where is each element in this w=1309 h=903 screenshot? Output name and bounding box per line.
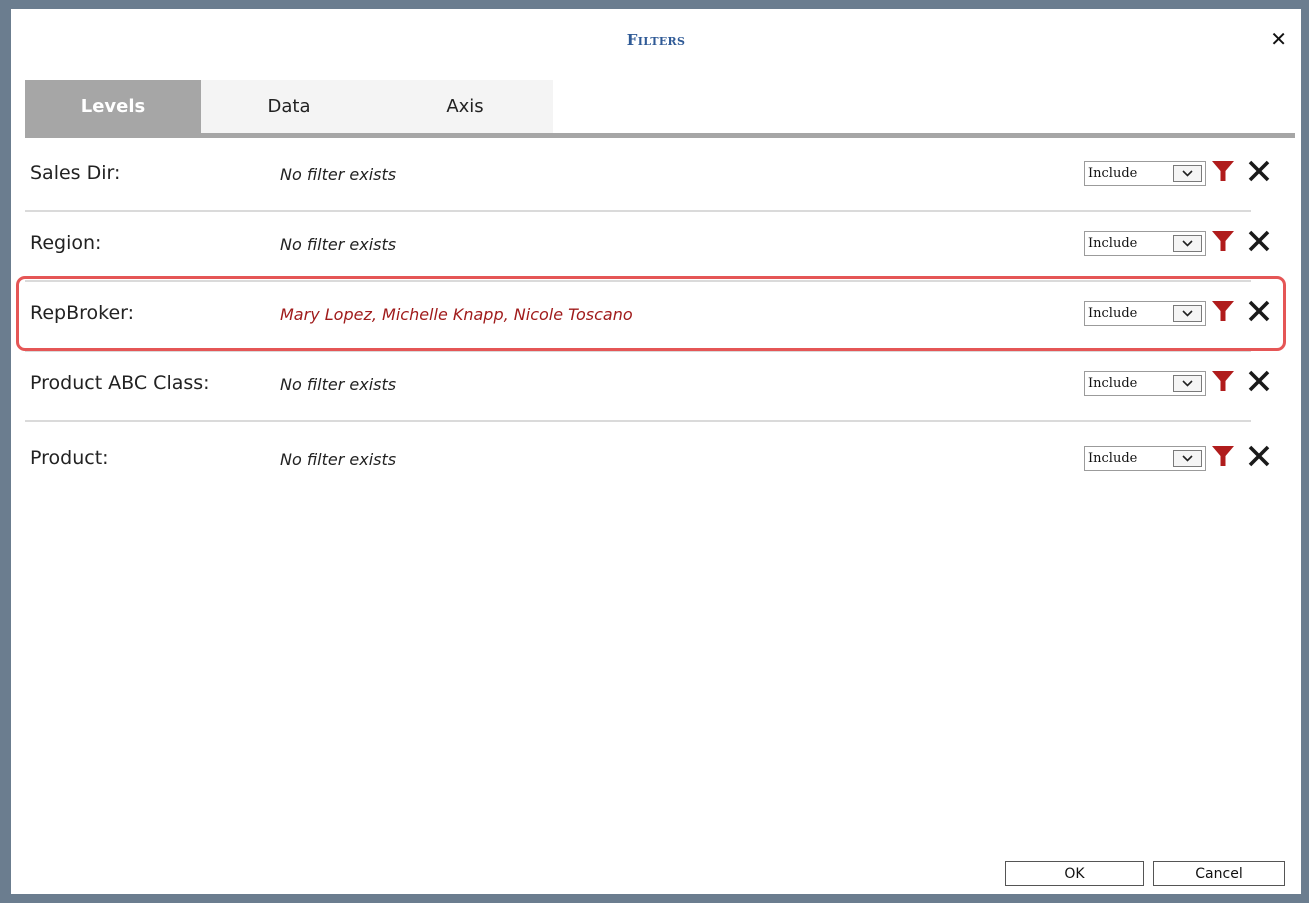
filter-label: Product: bbox=[30, 447, 109, 469]
filter-row-product-abc-class: Product ABC Class: No filter exists Incl… bbox=[25, 352, 1270, 420]
filter-row-sales-dir: Sales Dir: No filter exists Include bbox=[25, 142, 1270, 210]
tab-underline bbox=[25, 133, 1295, 138]
tab-data[interactable]: Data bbox=[201, 80, 377, 133]
filter-label: Product ABC Class: bbox=[30, 372, 210, 394]
select-value: Include bbox=[1088, 306, 1138, 321]
clear-x-icon[interactable] bbox=[1247, 159, 1271, 183]
select-value: Include bbox=[1088, 451, 1138, 466]
tab-levels[interactable]: Levels bbox=[25, 80, 201, 133]
select-value: Include bbox=[1088, 376, 1138, 391]
filter-value: No filter exists bbox=[280, 235, 397, 254]
include-exclude-select[interactable]: Include bbox=[1084, 301, 1206, 326]
include-exclude-select[interactable]: Include bbox=[1084, 231, 1206, 256]
cancel-button[interactable]: Cancel bbox=[1153, 861, 1285, 886]
include-exclude-select[interactable]: Include bbox=[1084, 446, 1206, 471]
funnel-icon[interactable] bbox=[1211, 444, 1235, 468]
clear-x-icon[interactable] bbox=[1247, 369, 1271, 393]
funnel-icon[interactable] bbox=[1211, 229, 1235, 253]
tab-bar: Levels Data Axis bbox=[25, 80, 553, 133]
clear-x-icon[interactable] bbox=[1247, 299, 1271, 323]
select-value: Include bbox=[1088, 166, 1138, 181]
filter-row-product: Product: No filter exists Include bbox=[25, 427, 1270, 495]
filter-value: No filter exists bbox=[280, 165, 397, 184]
filter-label: Region: bbox=[30, 232, 102, 254]
chevron-down-icon[interactable] bbox=[1173, 165, 1202, 182]
include-exclude-select[interactable]: Include bbox=[1084, 161, 1206, 186]
filter-row-region: Region: No filter exists Include bbox=[25, 212, 1270, 280]
funnel-icon[interactable] bbox=[1211, 369, 1235, 393]
row-divider bbox=[25, 420, 1251, 422]
ok-button[interactable]: OK bbox=[1005, 861, 1144, 886]
filters-dialog: Filters ✕ Levels Data Axis Sales Dir: No… bbox=[11, 9, 1301, 894]
dialog-title: Filters bbox=[626, 31, 686, 49]
select-value: Include bbox=[1088, 236, 1138, 251]
chevron-down-icon[interactable] bbox=[1173, 235, 1202, 252]
filter-row-repbroker: RepBroker: Mary Lopez, Michelle Knapp, N… bbox=[25, 282, 1270, 350]
filter-value: No filter exists bbox=[280, 375, 397, 394]
chevron-down-icon[interactable] bbox=[1173, 375, 1202, 392]
chevron-down-icon[interactable] bbox=[1173, 305, 1202, 322]
clear-x-icon[interactable] bbox=[1247, 229, 1271, 253]
include-exclude-select[interactable]: Include bbox=[1084, 371, 1206, 396]
filter-value: No filter exists bbox=[280, 450, 397, 469]
filter-value: Mary Lopez, Michelle Knapp, Nicole Tosca… bbox=[280, 305, 633, 324]
close-icon[interactable]: ✕ bbox=[1270, 29, 1287, 49]
funnel-icon[interactable] bbox=[1211, 299, 1235, 323]
tab-axis[interactable]: Axis bbox=[377, 80, 553, 133]
clear-x-icon[interactable] bbox=[1247, 444, 1271, 468]
filter-label: RepBroker: bbox=[30, 302, 135, 324]
funnel-icon[interactable] bbox=[1211, 159, 1235, 183]
filter-label: Sales Dir: bbox=[30, 162, 121, 184]
chevron-down-icon[interactable] bbox=[1173, 450, 1202, 467]
